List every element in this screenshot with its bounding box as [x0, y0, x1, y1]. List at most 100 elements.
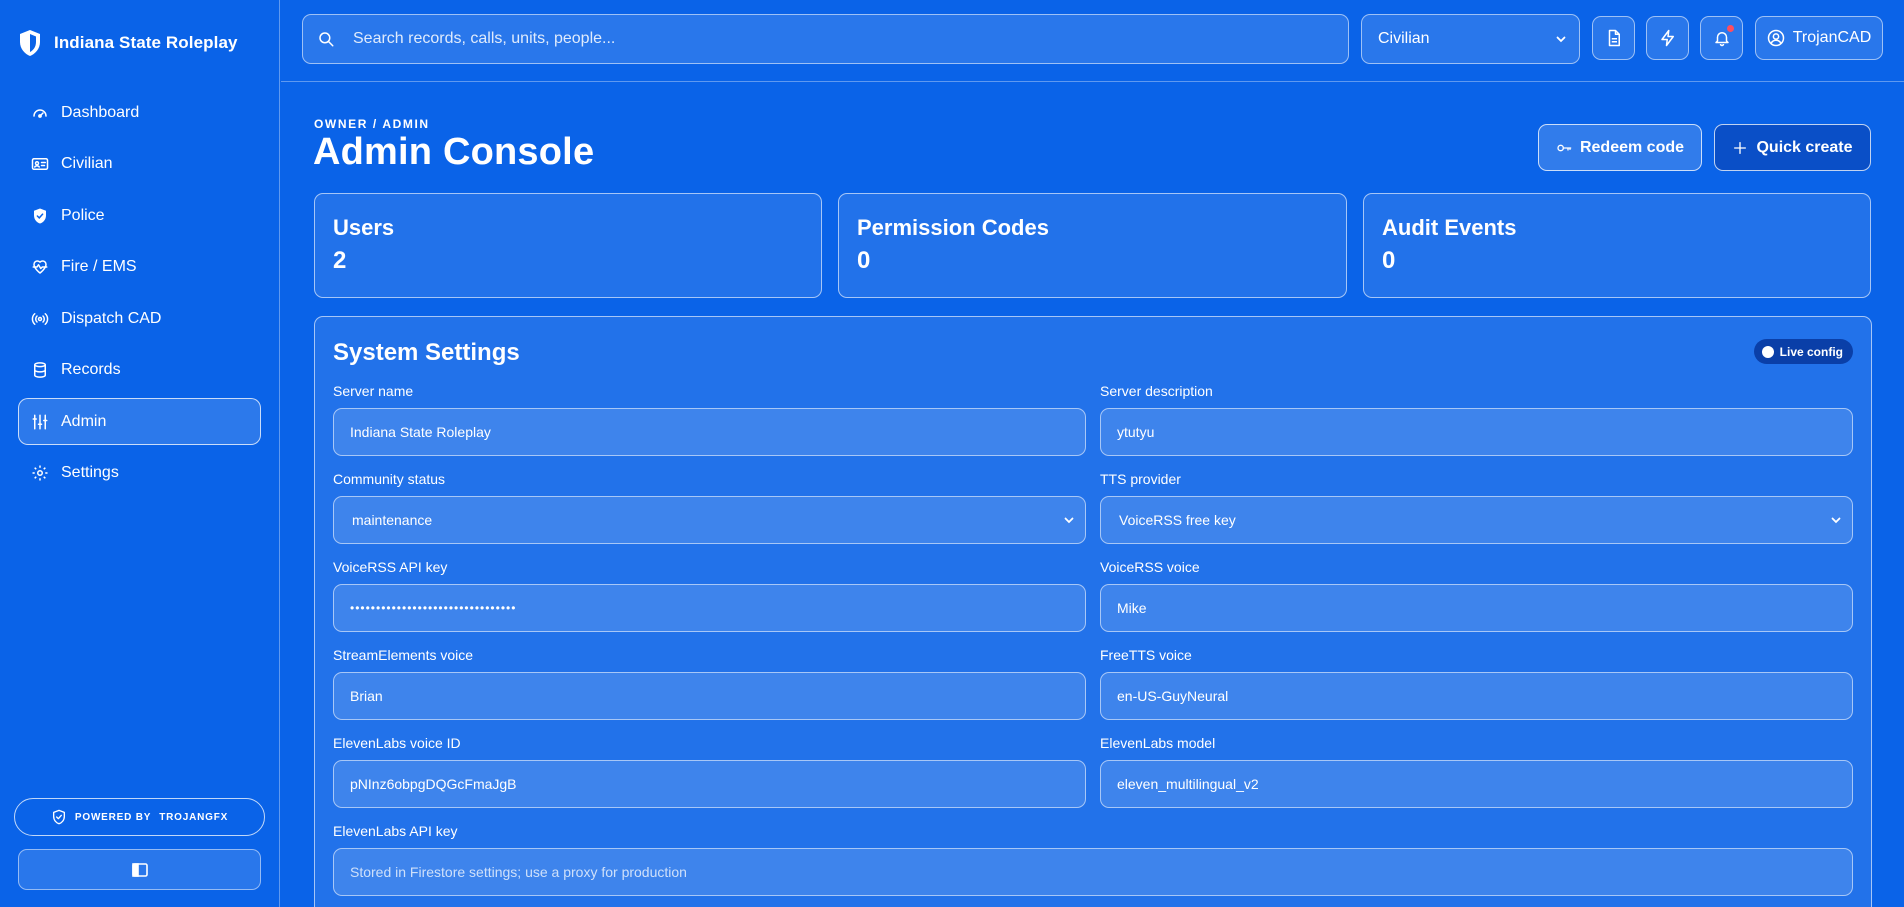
- sidebar-item-dispatch-cad[interactable]: Dispatch CAD: [18, 295, 261, 342]
- sidebar-item-label: Records: [61, 361, 121, 378]
- streamelements-voice-input[interactable]: Brian: [333, 672, 1086, 720]
- sidebar-item-settings[interactable]: Settings: [18, 450, 261, 497]
- freetts-voice-input[interactable]: en-US-GuyNeural: [1100, 672, 1853, 720]
- sidebar-item-admin[interactable]: Admin: [18, 398, 261, 445]
- tts-provider-label: TTS provider: [1100, 471, 1181, 487]
- heart-pulse-icon: [32, 260, 48, 274]
- sidebar-item-label: Civilian: [61, 155, 113, 172]
- powered-by-label: POWERED BY: [74, 811, 152, 823]
- search-icon: [319, 32, 334, 47]
- key-icon: [1557, 144, 1572, 151]
- document-icon: [1608, 29, 1620, 47]
- gauge-icon: [33, 108, 47, 118]
- community-status-label: Community status: [333, 471, 446, 487]
- elevenlabs-voice-id-input[interactable]: pNInz6obpgDQGcFmaJgB: [333, 760, 1086, 808]
- elevenlabs-key-input[interactable]: Stored in Firestore settings; use a prox…: [333, 848, 1853, 896]
- sidebar-collapse-button[interactable]: [18, 849, 261, 890]
- elevenlabs-model-label: ElevenLabs model: [1100, 735, 1216, 751]
- voicerss-voice-input[interactable]: Mike: [1100, 584, 1853, 632]
- sidebar-item-police[interactable]: Police: [18, 192, 261, 239]
- elevenlabs-key-label: ElevenLabs API key: [333, 823, 458, 839]
- tts-provider-select[interactable]: VoiceRSS free key: [1100, 496, 1853, 544]
- database-icon: [34, 362, 46, 378]
- sidebar-item-label: Fire / EMS: [61, 258, 137, 275]
- stat-label: Users: [333, 215, 395, 240]
- sidebar-nav: Dashboard Civilian Police Fire / EMS Dis…: [18, 89, 261, 501]
- live-config-label: Live config: [1779, 344, 1843, 359]
- tts-provider-value: VoiceRSS free key: [1119, 512, 1236, 528]
- panel-title: System Settings: [333, 339, 520, 366]
- stat-label: Audit Events: [1382, 215, 1517, 240]
- quick-actions-button[interactable]: [1646, 16, 1689, 60]
- role-select-value: Civilian: [1378, 30, 1430, 47]
- powered-by-brand: TROJANGFX: [159, 811, 229, 823]
- chevron-down-icon: [1556, 36, 1566, 43]
- freetts-voice-label: FreeTTS voice: [1100, 647, 1192, 663]
- live-dot: [1761, 345, 1774, 358]
- gear-icon: [32, 465, 48, 481]
- community-status-value: maintenance: [352, 512, 433, 528]
- stat-card-audit-events: Audit Events 0: [1363, 193, 1871, 298]
- live-config-badge: Live config: [1753, 339, 1853, 364]
- page-title: Admin Console: [313, 131, 595, 173]
- stat-label: Permission Codes: [857, 215, 1049, 240]
- system-settings-panel: System Settings Live config Server name …: [314, 316, 1872, 907]
- quick-create-label: Quick create: [1756, 138, 1853, 156]
- sidebar-item-label: Dashboard: [61, 103, 140, 121]
- redeem-code-button[interactable]: Redeem code: [1538, 124, 1702, 171]
- topbar: Civilian TrojanCAD: [281, 0, 1904, 82]
- elevenlabs-voice-id-label: ElevenLabs voice ID: [333, 735, 461, 751]
- stat-value: 0: [1382, 247, 1396, 274]
- voicerss-key-input[interactable]: ••••••••••••••••••••••••••••••••: [333, 584, 1086, 632]
- server-description-label: Server description: [1100, 383, 1213, 399]
- streamelements-voice-label: StreamElements voice: [333, 647, 474, 663]
- id-card-icon: [31, 158, 49, 170]
- shield-logo-icon: [20, 30, 40, 56]
- brand[interactable]: Indiana State Roleplay: [18, 28, 238, 58]
- sidebar-item-label: Admin: [61, 412, 107, 430]
- stat-card-permission-codes: Permission Codes 0: [838, 193, 1347, 298]
- brand-name: Indiana State Roleplay: [54, 33, 238, 52]
- shield-check-icon: [34, 208, 46, 223]
- bell-icon: [1714, 32, 1729, 47]
- sidebar-item-label: Settings: [61, 464, 119, 481]
- notifications-button[interactable]: [1700, 16, 1743, 60]
- voicerss-key-label: VoiceRSS API key: [333, 559, 448, 575]
- role-select[interactable]: Civilian: [1361, 14, 1580, 64]
- search-bar[interactable]: [302, 14, 1349, 64]
- community-status-select[interactable]: maintenance: [333, 496, 1086, 544]
- breadcrumb: OWNER / ADMIN: [314, 117, 430, 131]
- elevenlabs-model-input[interactable]: eleven_multilingual_v2: [1100, 760, 1853, 808]
- sidebar-item-dashboard[interactable]: Dashboard: [18, 89, 261, 136]
- sidebar-item-label: Police: [61, 206, 105, 224]
- sidebar-item-label: Dispatch CAD: [61, 309, 162, 327]
- user-circle-icon: [1767, 29, 1784, 47]
- powered-by-badge[interactable]: POWERED BY TROJANGFX: [14, 798, 265, 836]
- radio-broadcast-icon: [31, 312, 49, 325]
- stat-value: 0: [857, 247, 871, 274]
- chevron-down-icon: [1064, 517, 1074, 524]
- stat-card-users: Users 2: [314, 193, 822, 298]
- user-menu-button[interactable]: TrojanCAD: [1755, 16, 1883, 60]
- sidebar-item-records[interactable]: Records: [18, 347, 261, 394]
- sidebar-item-civilian[interactable]: Civilian: [18, 141, 261, 188]
- server-name-input[interactable]: Indiana State Roleplay: [333, 408, 1086, 456]
- plus-icon: [1734, 141, 1747, 154]
- redeem-code-label: Redeem code: [1579, 138, 1685, 156]
- sliders-icon: [32, 414, 48, 429]
- chevron-down-icon: [1831, 517, 1841, 524]
- user-name: TrojanCAD: [1792, 29, 1872, 46]
- sidebar: Indiana State Roleplay Dashboard Civilia…: [0, 0, 280, 907]
- voicerss-voice-label: VoiceRSS voice: [1100, 559, 1200, 575]
- lightning-icon: [1660, 29, 1674, 47]
- search-input[interactable]: [353, 30, 1313, 48]
- sidebar-item-fire-ems[interactable]: Fire / EMS: [18, 244, 261, 291]
- reports-button[interactable]: [1592, 16, 1635, 60]
- notification-dot: [1727, 25, 1734, 32]
- server-name-label: Server name: [333, 383, 414, 399]
- quick-create-button[interactable]: Quick create: [1714, 124, 1871, 171]
- shield-check-icon: [52, 809, 65, 825]
- stat-value: 2: [333, 247, 347, 274]
- sidebar-toggle-icon: [131, 862, 148, 877]
- server-description-input[interactable]: ytutyu: [1100, 408, 1853, 456]
